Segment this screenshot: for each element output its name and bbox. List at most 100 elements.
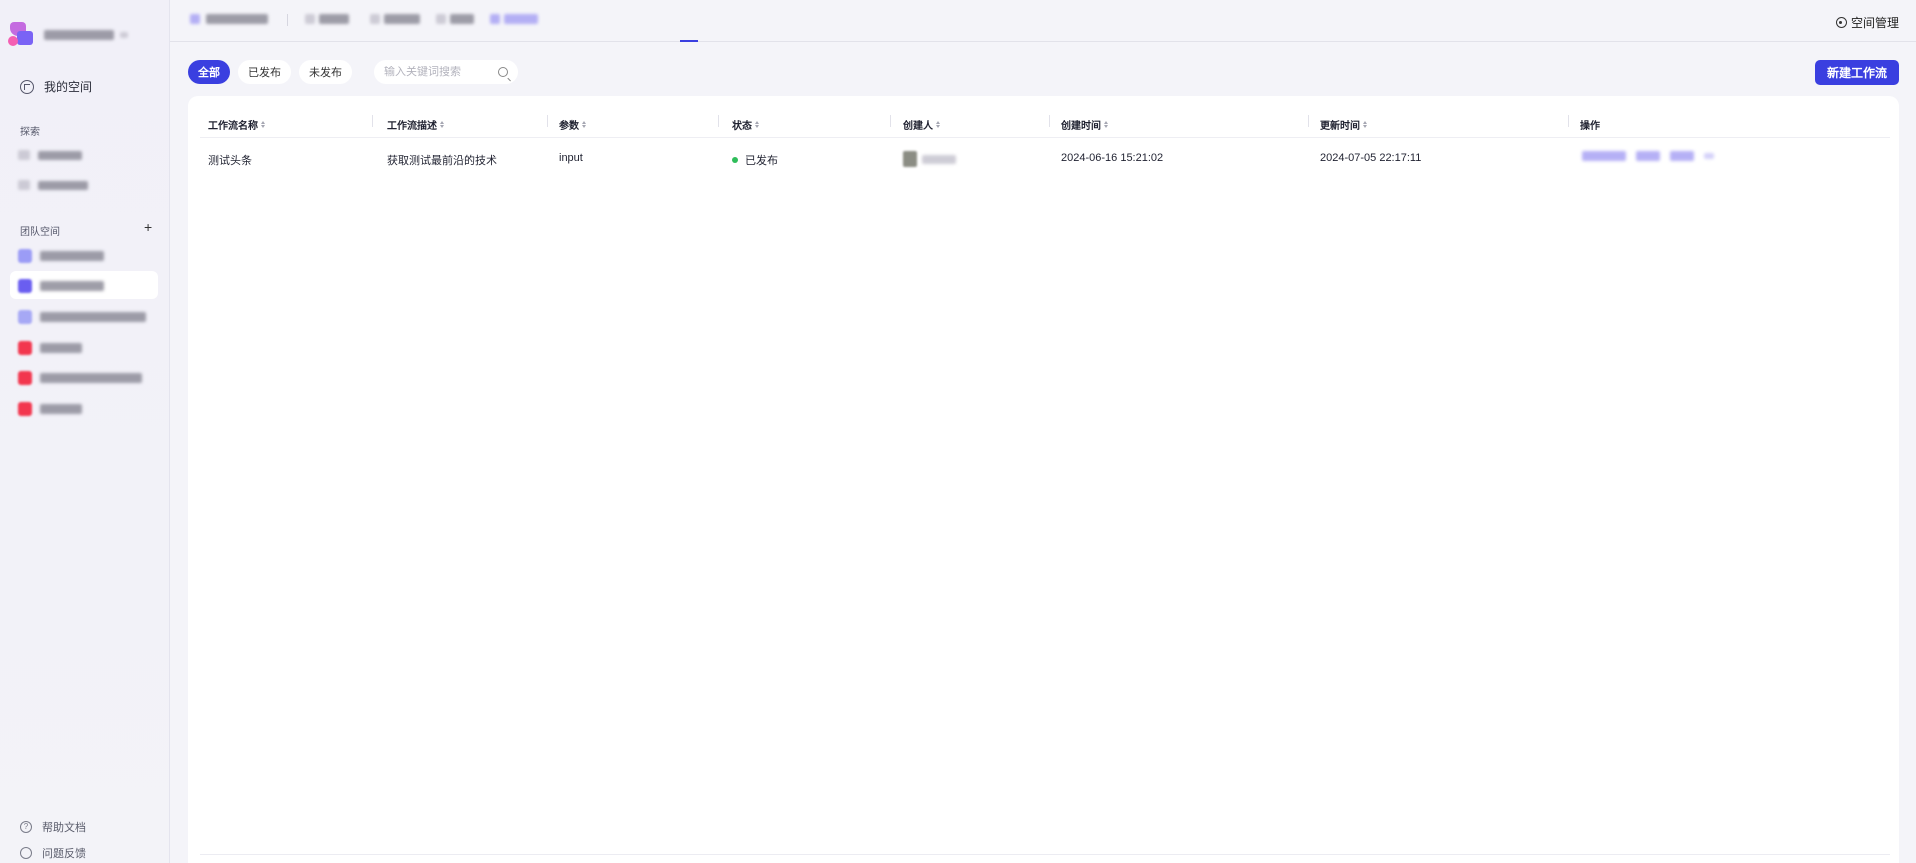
table-row[interactable]: 测试头条 获取测试最前沿的技术 input 已发布 2024-06-16 15:… [200,138,1890,180]
column-header-updated-at[interactable]: 更新时间 [1320,117,1367,132]
sort-icon [261,121,265,128]
tab-label-redacted [450,14,474,24]
sidebar-item-team-1[interactable] [18,247,104,265]
team-avatar-icon [18,341,32,355]
new-workflow-button[interactable]: 新建工作流 [1814,60,1899,85]
explore-icon [18,150,30,160]
plus-icon[interactable]: + [144,220,152,234]
cell-status: 已发布 [732,152,778,168]
explore-icon [18,180,30,190]
team-avatar-icon [18,402,32,416]
tab-3[interactable] [370,14,420,24]
sort-icon [1363,121,1367,128]
cell-actions [1582,151,1714,161]
sort-icon [936,121,940,128]
column-label: 工作流描述 [387,121,437,132]
cell-params: input [559,152,583,164]
sidebar-item-label: 我的空间 [44,80,93,94]
top-tab-bar: 空间管理 [170,0,1916,42]
my-space-icon [20,79,34,94]
column-header-actions: 操作 [1580,117,1600,132]
tab-space-home[interactable] [190,14,268,24]
active-tab-indicator [680,40,698,42]
sidebar-item-my-space[interactable]: 我的空间 [20,78,92,95]
column-divider [1308,115,1309,127]
feedback-label: 问题反馈 [42,848,86,860]
space-manage-button[interactable]: 空间管理 [1835,14,1899,31]
filter-all[interactable]: 全部 [188,60,230,84]
filter-published[interactable]: 已发布 [238,60,291,84]
sidebar-item-team-5[interactable] [18,369,142,387]
sort-icon [1104,121,1108,128]
team-label-redacted [40,281,104,291]
sidebar-item-team-6[interactable] [18,400,82,418]
tab-divider [287,14,288,26]
workspace-name-redacted [44,30,114,40]
sidebar-item-explore-2[interactable] [18,176,88,194]
tab-label-redacted [504,14,538,24]
column-header-params[interactable]: 参数 [559,117,586,132]
action-link-3[interactable] [1670,151,1694,161]
search-input[interactable] [384,66,494,78]
sidebar-item-team-3[interactable] [18,308,146,326]
brand-logo-icon [8,22,36,48]
explore-label-redacted [38,150,82,160]
team-label-redacted [40,251,104,261]
column-header-name[interactable]: 工作流名称 [208,117,265,132]
sidebar-item-team-4[interactable] [18,339,82,357]
cell-created-at: 2024-06-16 15:21:02 [1061,152,1164,164]
column-header-created-at[interactable]: 创建时间 [1061,117,1108,132]
column-label: 创建时间 [1061,121,1101,132]
help-icon: ? [20,821,32,833]
sidebar-item-explore-1[interactable] [18,146,82,164]
help-docs-label: 帮助文档 [42,822,86,834]
chevron-down-icon [120,32,128,38]
workspace-switcher[interactable] [8,22,128,48]
team-avatar-icon [18,310,32,324]
status-label: 已发布 [745,155,778,167]
column-label: 创建人 [903,121,933,132]
cell-workflow-description: 获取测试最前沿的技术 [387,155,497,167]
sidebar: 我的空间 探索 团队空间 + ? 帮助文档 问题反馈 [0,0,170,863]
space-icon [190,14,200,24]
workflow-tab-icon [490,14,500,24]
feedback-icon [20,847,32,859]
tab-label-redacted [206,14,268,24]
tab-workflow-active[interactable] [490,14,538,24]
column-header-status[interactable]: 状态 [732,117,759,132]
team-space-section-title: 团队空间 [20,227,60,238]
column-header-creator[interactable]: 创建人 [903,117,940,132]
tab-4[interactable] [436,14,474,24]
table-bottom-divider [200,854,1890,855]
column-label: 操作 [1580,121,1600,132]
team-avatar-icon [18,279,32,293]
column-label: 更新时间 [1320,121,1360,132]
more-actions-icon[interactable] [1704,153,1714,159]
filter-unpublished[interactable]: 未发布 [299,60,352,84]
cell-updated-at: 2024-07-05 22:17:11 [1320,152,1422,164]
column-divider [1049,115,1050,127]
search-box[interactable] [374,60,518,84]
action-link-2[interactable] [1636,151,1660,161]
tab-icon [370,14,380,24]
feedback-link[interactable]: 问题反馈 [20,845,86,861]
column-label: 工作流名称 [208,121,258,132]
sidebar-item-team-2[interactable] [18,277,104,295]
space-manage-label: 空间管理 [1850,16,1899,30]
action-link-1[interactable] [1582,151,1626,161]
workflow-table-panel: 工作流名称 工作流描述 参数 状态 创建人 创建时间 更新时间 操作 测试头条 … [188,96,1899,863]
tab-2[interactable] [305,14,349,24]
sort-icon [440,121,444,128]
tab-icon [436,14,446,24]
cell-workflow-name[interactable]: 测试头条 [208,152,252,168]
team-avatar-icon [18,371,32,385]
column-divider [1568,115,1569,127]
status-published-dot-icon [732,157,738,163]
column-header-description[interactable]: 工作流描述 [387,117,444,132]
creator-name-redacted [922,155,956,164]
table-header: 工作流名称 工作流描述 参数 状态 创建人 创建时间 更新时间 操作 [200,96,1890,138]
team-avatar-icon [18,249,32,263]
search-icon[interactable] [498,67,508,77]
explore-label-redacted [38,180,88,190]
help-docs-link[interactable]: ? 帮助文档 [20,819,86,835]
